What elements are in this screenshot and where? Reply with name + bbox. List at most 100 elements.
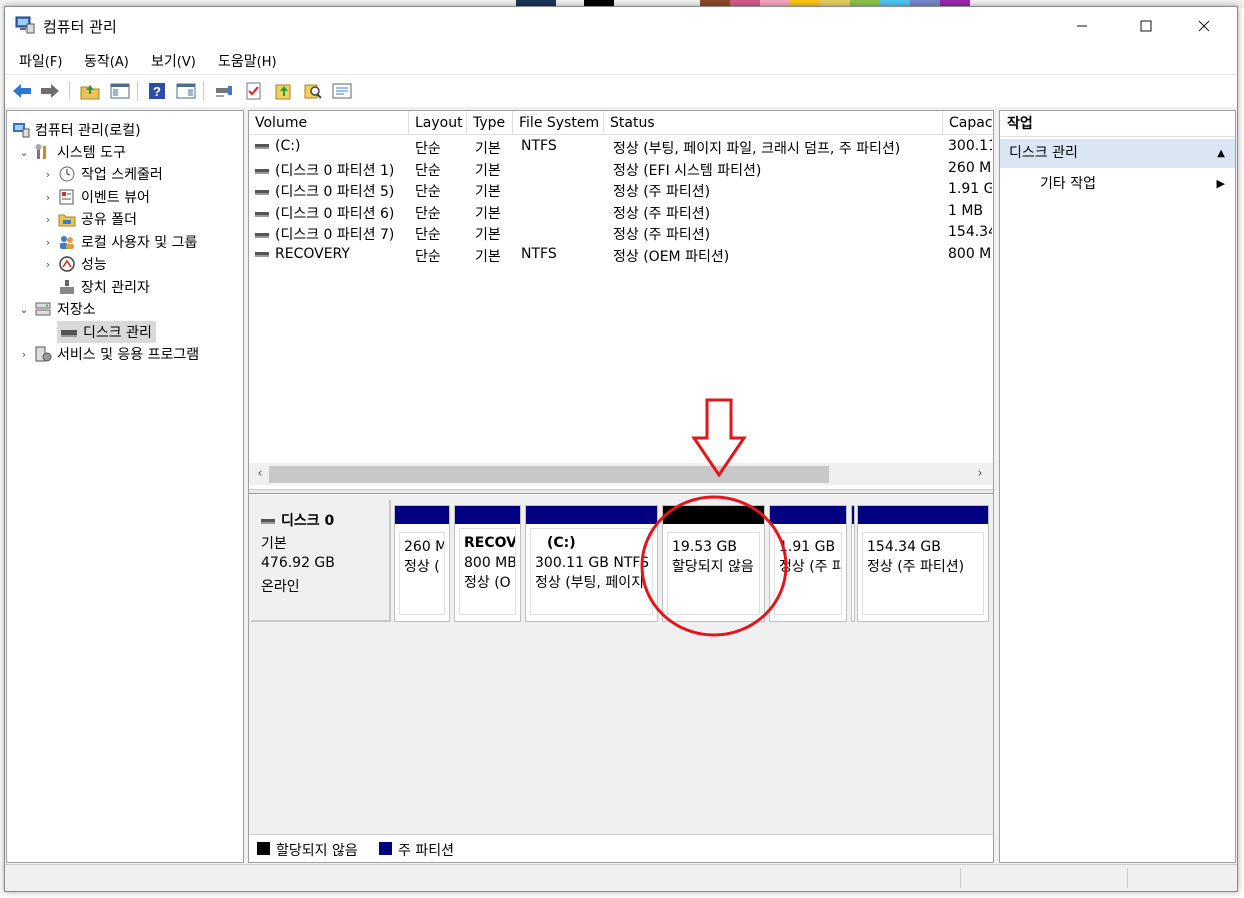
maximize-button[interactable] (1123, 7, 1169, 45)
legend-unallocated-label: 할당되지 않음 (276, 843, 358, 859)
volume-capacity: 154.34 (948, 224, 992, 240)
tree-item-system-tools[interactable]: ⌄ 시스템 도구 (17, 141, 126, 163)
forward-icon[interactable] (39, 80, 61, 102)
column-header-file-system[interactable]: File System (513, 111, 604, 135)
computer-management-icon (15, 16, 35, 34)
volume-name: (디스크 0 파티션 5) (255, 181, 409, 201)
menu-help-key: (H) (256, 55, 277, 70)
volume-row[interactable]: (디스크 0 파티션 5) 단순 기본 정상 (주 파티션) 1.91 G (249, 179, 993, 201)
disk-name: 디스크 0 (261, 510, 334, 530)
tree-item-services-applications[interactable]: › 서비스 및 응용 프로그램 (17, 343, 199, 365)
menu-help[interactable]: 도움말(H) (218, 51, 277, 71)
volume-row[interactable]: (디스크 0 파티션 6) 단순 기본 정상 (주 파티션) 1 MB (249, 201, 993, 223)
drive-icon (255, 232, 269, 238)
volume-capacity: 800 M (948, 246, 992, 262)
volume-layout: 단순 (415, 206, 441, 222)
tree-item-local-users-groups[interactable]: › 로컬 사용자 및 그룹 (41, 231, 198, 253)
up-folder-icon[interactable] (79, 80, 101, 102)
volume-name: (디스크 0 파티션 1) (255, 160, 409, 180)
pane-splitter[interactable] (249, 489, 993, 494)
column-header-type[interactable]: Type (467, 111, 513, 135)
minimize-button[interactable] (1059, 7, 1105, 45)
connect-icon[interactable] (213, 80, 235, 102)
check-icon[interactable] (243, 80, 265, 102)
tree-item-shared-folders[interactable]: › 공유 폴더 (41, 208, 137, 230)
tree-item-computer-management-local[interactable]: 컴퓨터 관리(로컬) (9, 119, 141, 141)
partition-status: 정상 (부팅, 페이지 (535, 575, 644, 591)
status-divider (1127, 868, 1128, 888)
folder-up-icon[interactable] (273, 80, 295, 102)
volume-list-header: Volume Layout Type File System Status Ca… (249, 111, 993, 135)
volume-row[interactable]: (디스크 0 파티션 7) 단순 기본 정상 (주 파티션) 154.34 (249, 222, 993, 244)
action-section-label: 디스크 관리 (1009, 145, 1078, 161)
chevron-right-icon[interactable]: › (41, 168, 55, 181)
action-section-disk-management[interactable]: 디스크 관리 ▲ (1000, 139, 1235, 168)
column-header-volume[interactable]: Volume (249, 111, 409, 135)
menu-action[interactable]: 동작(A) (84, 51, 129, 71)
disk-type: 기본 (261, 536, 287, 552)
menu-file-key: (F) (44, 55, 63, 70)
volume-file-system: NTFS (521, 138, 557, 154)
volume-name-text: (디스크 0 파티션 6) (275, 206, 395, 222)
chevron-down-icon[interactable]: ⌄ (17, 146, 31, 159)
partition-recovery[interactable]: RECOVI 800 MB 정상 (O (454, 505, 521, 622)
scrollbar-thumb[interactable] (269, 466, 829, 483)
drive-icon (255, 211, 269, 217)
tree-item-storage[interactable]: ⌄ 저장소 (17, 298, 95, 320)
partition-size: 19.53 GB (672, 539, 737, 555)
partition-bar (770, 506, 846, 524)
partition-details: 154.34 GB 정상 (주 파티션) (862, 532, 984, 615)
partition-label: RECOVI (464, 535, 516, 551)
help-icon[interactable]: ? (146, 80, 168, 102)
menu-file-label: 파일 (19, 54, 45, 70)
chevron-down-icon[interactable]: ⌄ (17, 303, 31, 316)
volume-row[interactable]: (디스크 0 파티션 1) 단순 기본 정상 (EFI 시스템 파티션) 260… (249, 158, 993, 180)
volume-row[interactable]: RECOVERY 단순 기본 NTFS 정상 (OEM 파티션) 800 M (249, 244, 993, 266)
partition-bar (663, 506, 764, 524)
volume-capacity: 1 MB (948, 203, 984, 219)
disk-info-panel[interactable]: 디스크 0 기본 476.92 GB 온라인 (251, 500, 391, 622)
properties-icon[interactable] (331, 80, 353, 102)
partition-efi[interactable]: 260 M 정상 ( (394, 505, 450, 622)
menu-help-label: 도움말 (218, 54, 257, 70)
volume-name: (디스크 0 파티션 6) (255, 203, 409, 223)
partition-6[interactable] (851, 505, 855, 622)
menu-file[interactable]: 파일(F) (19, 51, 62, 71)
chevron-right-icon[interactable]: › (41, 213, 55, 226)
volume-type: 기본 (475, 227, 501, 243)
tree-item-disk-management[interactable]: 디스크 관리 (57, 321, 156, 343)
partition-unallocated[interactable]: 19.53 GB 할당되지 않음 (662, 505, 765, 622)
column-header-layout[interactable]: Layout (409, 111, 467, 135)
column-header-capacity[interactable]: Capaci (943, 111, 993, 135)
scroll-left-icon[interactable]: ‹ (251, 465, 269, 483)
partition-5[interactable]: 1.91 GB 정상 (주 파 (769, 505, 847, 622)
volume-status: 정상 (EFI 시스템 파티션) (613, 163, 762, 179)
chevron-right-icon[interactable]: › (17, 348, 31, 361)
action-more-actions[interactable]: 기타 작업 ▶ (1000, 172, 1235, 196)
partition-c-drive[interactable]: (C:) 300.11 GB NTFS 정상 (부팅, 페이지 (525, 505, 658, 622)
tree-item-device-manager[interactable]: 장치 관리자 (55, 276, 150, 298)
tree-item-event-viewer[interactable]: › 이벤트 뷰어 (41, 186, 150, 208)
volume-row[interactable]: (C:) 단순 기본 NTFS 정상 (부팅, 페이지 파일, 크래시 덤프, … (249, 136, 993, 158)
chevron-right-icon[interactable]: › (41, 258, 55, 271)
close-button[interactable] (1181, 7, 1227, 45)
tree-item-task-scheduler[interactable]: › 작업 스케줄러 (41, 163, 163, 185)
collapse-up-icon[interactable]: ▲ (1217, 139, 1225, 168)
volume-capacity: 1.91 G (948, 181, 992, 197)
partition-7[interactable]: 154.34 GB 정상 (주 파티션) (857, 505, 989, 622)
partition-details: 1.91 GB 정상 (주 파 (774, 532, 842, 615)
back-icon[interactable] (11, 80, 33, 102)
chevron-right-icon[interactable]: › (41, 191, 55, 204)
tree-item-performance[interactable]: › 성능 (41, 253, 107, 275)
clock-icon (58, 166, 76, 182)
search-folder-icon[interactable] (302, 80, 324, 102)
scroll-right-icon[interactable]: › (971, 465, 989, 483)
column-header-status[interactable]: Status (604, 111, 943, 135)
tree-label: 장치 관리자 (81, 280, 150, 296)
menu-view[interactable]: 보기(V) (151, 51, 196, 71)
horizontal-scrollbar[interactable]: ‹ › (249, 463, 993, 485)
drive-icon (255, 143, 269, 149)
show-hide-tree-icon[interactable] (109, 80, 131, 102)
chevron-right-icon[interactable]: › (41, 236, 55, 249)
show-action-pane-icon[interactable] (175, 80, 197, 102)
